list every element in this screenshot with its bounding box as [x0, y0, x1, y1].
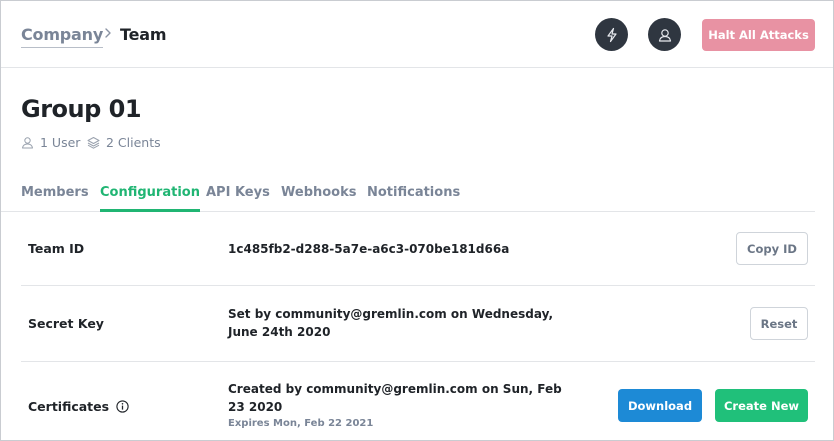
certificates-label: Certificates: [28, 399, 110, 414]
user-menu-button[interactable]: [648, 18, 681, 51]
info-icon[interactable]: [116, 400, 129, 413]
team-id-label: Team ID: [28, 241, 85, 256]
halt-all-attacks-button[interactable]: Halt All Attacks: [702, 19, 815, 51]
user-icon: [22, 137, 33, 149]
certificate-line2: 23 2020: [228, 400, 283, 414]
secret-key-info: Set by community@gremlin.com on Wednesda…: [228, 305, 553, 341]
certificate-line1: Created by community@gremlin.com on Sun,…: [228, 382, 562, 396]
chevron-right-icon: [105, 28, 111, 38]
top-header: Company Team Halt All Attacks: [1, 1, 833, 68]
app-window: Company Team Halt All Attacks Group 01 1…: [0, 0, 834, 441]
reset-button[interactable]: Reset: [750, 307, 808, 340]
team-id-value: 1c485fb2-d288-5a7e-a6c3-070be181d66a: [228, 242, 510, 256]
user-count-label: 1 User: [40, 135, 81, 150]
tab-api-keys[interactable]: API Keys: [206, 185, 270, 212]
download-button[interactable]: Download: [618, 389, 702, 422]
user-avatar-icon: [658, 28, 671, 42]
client-count: 2 Clients: [87, 135, 161, 150]
attack-button[interactable]: [595, 18, 628, 51]
team-id-row: Team ID 1c485fb2-d288-5a7e-a6c3-070be181…: [21, 212, 815, 286]
secret-key-row: Secret Key Set by community@gremlin.com …: [21, 286, 815, 362]
breadcrumb-current: Team: [120, 25, 167, 44]
tab-notifications[interactable]: Notifications: [367, 185, 460, 212]
secret-key-label: Secret Key: [28, 316, 104, 331]
certificate-expiry: Expires Mon, Feb 22 2021: [228, 418, 374, 429]
tab-webhooks[interactable]: Webhooks: [281, 185, 357, 212]
secret-key-line1: Set by community@gremlin.com on Wednesda…: [228, 307, 554, 321]
secret-key-line2: June 24th 2020: [228, 325, 331, 339]
lightning-bolt-icon: [606, 27, 617, 42]
tab-configuration[interactable]: Configuration: [100, 185, 200, 212]
copy-id-button[interactable]: Copy ID: [736, 232, 808, 265]
certificate-info: Created by community@gremlin.com on Sun,…: [228, 380, 562, 431]
layers-icon: [87, 137, 100, 149]
page-title: Group 01: [21, 95, 142, 123]
breadcrumb-company-link[interactable]: Company: [21, 25, 103, 48]
tab-bar: Members Configuration API Keys Webhooks …: [1, 177, 815, 212]
client-count-label: 2 Clients: [106, 135, 161, 150]
certificates-row: Certificates Created by community@gremli…: [21, 362, 815, 441]
create-new-button[interactable]: Create New: [715, 389, 808, 422]
certificates-label-group: Certificates: [28, 399, 129, 414]
tab-members[interactable]: Members: [21, 185, 89, 212]
user-count: 1 User: [21, 135, 80, 150]
